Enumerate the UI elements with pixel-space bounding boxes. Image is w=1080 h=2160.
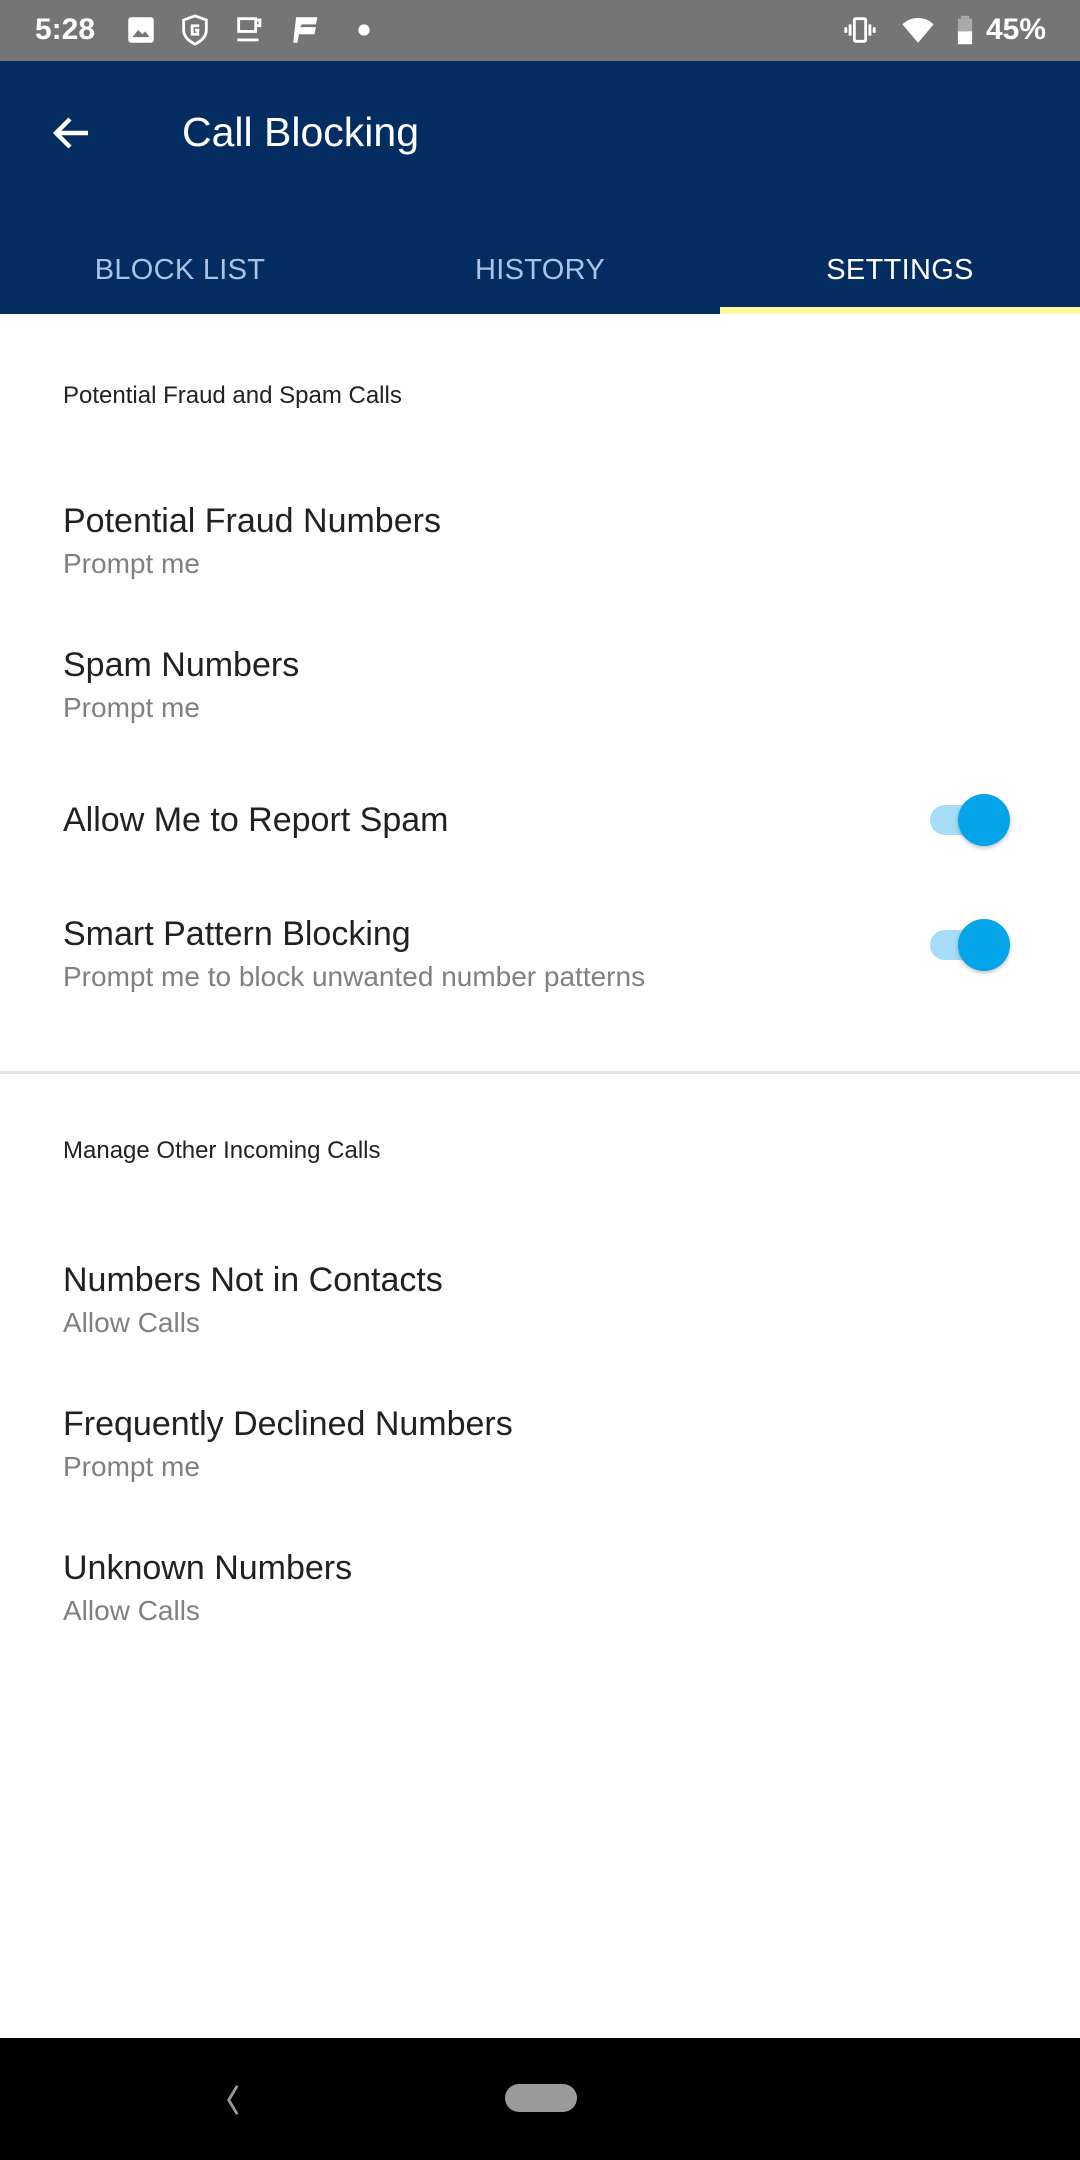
tab-block-list[interactable]: BLOCK LIST (0, 226, 360, 314)
setting-title: Potential Fraud Numbers (63, 502, 441, 540)
status-bar: 5:28 45% (0, 0, 1080, 61)
app-e-icon (293, 17, 318, 43)
battery-icon (957, 15, 973, 45)
wifi-icon (902, 17, 934, 43)
coffee-cup-icon (237, 17, 262, 42)
arrow-left-icon (52, 117, 88, 149)
setting-potential-fraud-numbers[interactable]: Potential Fraud Numbers Prompt me (0, 502, 1080, 642)
setting-value: Allow Calls (63, 1595, 200, 1626)
section-header-other-calls: Manage Other Incoming Calls (63, 1137, 381, 1164)
report-spam-toggle[interactable] (926, 791, 1010, 847)
setting-smart-pattern-blocking[interactable]: Smart Pattern Blocking Prompt me to bloc… (0, 915, 1080, 1055)
tab-bar: BLOCK LIST HISTORY SETTINGS (0, 226, 1080, 314)
setting-unknown-numbers[interactable]: Unknown Numbers Allow Calls (0, 1549, 1080, 1689)
setting-title: Spam Numbers (63, 646, 300, 684)
image-icon (128, 17, 154, 43)
toggle-thumb (958, 794, 1010, 846)
setting-value: Prompt me (63, 548, 200, 579)
dot-icon (358, 24, 370, 36)
vibrate-icon (844, 17, 876, 43)
app-bar: Call Blocking BLOCK LIST HISTORY SETTING… (0, 61, 1080, 314)
toggle-thumb (958, 919, 1010, 971)
tab-history[interactable]: HISTORY (360, 226, 720, 314)
setting-numbers-not-in-contacts[interactable]: Numbers Not in Contacts Allow Calls (0, 1261, 1080, 1401)
setting-value: Allow Calls (63, 1307, 200, 1338)
setting-title: Numbers Not in Contacts (63, 1261, 443, 1299)
setting-value: Prompt me (63, 1451, 200, 1482)
nav-home-pill[interactable] (505, 2084, 577, 2112)
nav-back-icon[interactable] (218, 2083, 248, 2117)
battery-percent: 45% (985, 13, 1046, 46)
shield-g-icon (182, 14, 208, 46)
setting-value: Prompt me to block unwanted number patte… (63, 961, 646, 992)
setting-title: Unknown Numbers (63, 1549, 353, 1587)
section-header-fraud-spam: Potential Fraud and Spam Calls (63, 382, 402, 409)
smart-pattern-toggle[interactable] (926, 916, 1010, 972)
setting-allow-report-spam[interactable]: Allow Me to Report Spam (0, 801, 1080, 881)
system-nav-bar (0, 2038, 1080, 2160)
setting-title: Smart Pattern Blocking (63, 915, 411, 953)
setting-title: Allow Me to Report Spam (63, 801, 449, 839)
section-divider (0, 1071, 1080, 1074)
page-title: Call Blocking (182, 109, 419, 155)
setting-value: Prompt me (63, 692, 200, 723)
tab-settings[interactable]: SETTINGS (720, 226, 1080, 314)
status-time: 5:28 (35, 13, 96, 46)
setting-frequently-declined[interactable]: Frequently Declined Numbers Prompt me (0, 1405, 1080, 1545)
back-button[interactable] (40, 101, 104, 165)
setting-spam-numbers[interactable]: Spam Numbers Prompt me (0, 646, 1080, 786)
setting-title: Frequently Declined Numbers (63, 1405, 513, 1443)
